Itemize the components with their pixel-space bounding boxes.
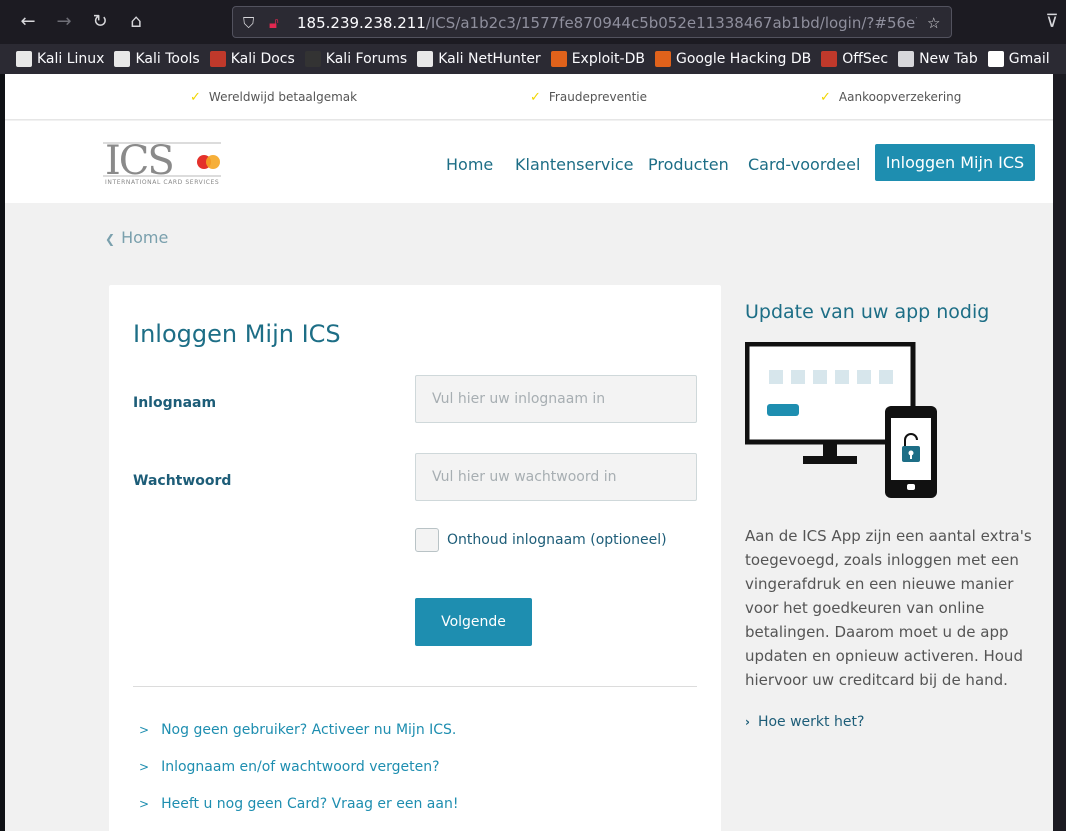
- username-label: Inlognaam: [133, 395, 217, 411]
- check-icon: ✓: [530, 90, 541, 105]
- chevron-right-icon: >: [139, 723, 150, 737]
- bookmark-label: Kali Docs: [230, 51, 295, 67]
- nav-klantenservice[interactable]: Klantenservice: [515, 155, 633, 174]
- benefit-item: ✓ Wereldwijd betaalgemak: [190, 90, 357, 105]
- ghdb-icon: [654, 51, 671, 67]
- bookmark-label: Kali Linux: [37, 51, 105, 67]
- address-bar[interactable]: ⛉ 🔓︎ 185.239.238.211/ICS/a1b2c3/1577fe87…: [232, 6, 952, 38]
- password-label: Wachtwoord: [133, 473, 232, 489]
- offsec-icon: [821, 51, 838, 67]
- bookmark-label: Exploit-DB: [571, 51, 645, 67]
- sidebar-text: Aan de ICS App zijn een aantal extra's t…: [745, 527, 1032, 689]
- benefit-label: Fraudepreventie: [548, 90, 648, 104]
- bookmark-label: OffSec: [842, 51, 889, 67]
- bookmark-item[interactable]: OffSec: [821, 51, 888, 67]
- url-host: 185.239.238.211: [297, 14, 426, 32]
- login-card: Inloggen Mijn ICS Inlognaam Vul hier uw …: [109, 285, 721, 831]
- google-icon: [987, 51, 1004, 67]
- forgot-link[interactable]: > Inlognaam en/of wachtwoord vergeten?: [139, 759, 440, 775]
- bookmark-label: Gmail: [1008, 51, 1050, 67]
- bookmark-item[interactable]: Kali Docs: [209, 51, 295, 67]
- bookmark-star-icon[interactable]: ☆: [927, 14, 940, 32]
- reload-icon[interactable]: ↻: [88, 10, 112, 34]
- link-text: Nog geen gebruiker? Activeer nu Mijn ICS…: [161, 722, 457, 738]
- check-icon: ✓: [190, 90, 201, 105]
- bookmark-item[interactable]: Kali Tools: [114, 51, 200, 67]
- back-icon[interactable]: ←: [16, 10, 40, 34]
- benefit-item: ✓ Fraudepreventie: [530, 90, 647, 105]
- browser-toolbar: ← → ↻ ⌂ ⛉ 🔓︎ 185.239.238.211/ICS/a1b2c3/…: [0, 0, 1066, 44]
- login-title: Inloggen Mijn ICS: [133, 320, 341, 348]
- nav-home[interactable]: Home: [446, 155, 493, 174]
- bookmark-item[interactable]: Kali Linux: [16, 51, 104, 67]
- remember-checkbox[interactable]: [415, 528, 439, 552]
- logo-text: ICS: [105, 138, 175, 184]
- bookmark-label: Google Hacking DB: [675, 51, 812, 67]
- site-header: ICS INTERNATIONAL CARD SERVICES Home Kla…: [5, 121, 1053, 203]
- check-icon: ✓: [820, 90, 831, 105]
- docs-icon: [209, 51, 226, 67]
- chevron-right-icon: >: [139, 760, 150, 774]
- url-text[interactable]: 185.239.238.211/ICS/a1b2c3/1577fe870944c…: [297, 14, 917, 32]
- username-input[interactable]: Vul hier uw inlognaam in: [415, 375, 697, 423]
- divider: [133, 686, 697, 687]
- chevron-right-icon: >: [139, 797, 150, 811]
- remember-label[interactable]: Onthoud inlognaam (optioneel): [447, 532, 667, 548]
- how-it-works-link[interactable]: › Hoe werkt het?: [745, 714, 864, 730]
- devices-illustration: [745, 342, 937, 498]
- nav-producten[interactable]: Producten: [648, 155, 729, 174]
- link-text: Heeft u nog geen Card? Vraag er een aan!: [161, 796, 459, 812]
- benefits-bar: ✓ Wereldwijd betaalgemak ✓ Fraudepreventie…: [5, 74, 1053, 120]
- globe-icon: [898, 51, 915, 67]
- chevron-right-icon: ›: [745, 715, 750, 729]
- breadcrumb[interactable]: ❮ Home: [105, 228, 168, 247]
- exploitdb-icon: [550, 51, 567, 67]
- next-button[interactable]: Volgende: [415, 598, 532, 646]
- sidebar-title: Update van uw app nodig: [745, 301, 990, 323]
- kali-icon: [114, 51, 131, 67]
- bookmark-item[interactable]: Kali Forums: [304, 51, 408, 67]
- breadcrumb-home: Home: [121, 228, 169, 247]
- forums-icon: [304, 51, 321, 67]
- insecure-lock-icon[interactable]: 🔓︎: [269, 14, 279, 32]
- chevron-left-icon: ❮: [105, 232, 116, 246]
- benefit-label: Aankoopverzekering: [838, 90, 962, 104]
- apply-card-link[interactable]: > Heeft u nog geen Card? Vraag er een aan…: [139, 796, 458, 812]
- bookmark-item[interactable]: Gmail: [987, 51, 1050, 67]
- login-mijn-ics-button[interactable]: Inloggen Mijn ICS: [875, 144, 1035, 181]
- forward-icon[interactable]: →: [52, 10, 76, 34]
- shield-icon[interactable]: ⛉: [243, 14, 254, 32]
- bookmark-label: Kali NetHunter: [438, 51, 541, 67]
- username-placeholder: Vul hier uw inlognaam in: [432, 391, 606, 407]
- logo-subtext: INTERNATIONAL CARD SERVICES: [105, 179, 220, 186]
- home-icon[interactable]: ⌂: [124, 10, 148, 34]
- bookmark-item[interactable]: Exploit-DB: [550, 51, 645, 67]
- bookmark-label: New Tab: [919, 51, 978, 67]
- password-placeholder: Vul hier uw wachtwoord in: [432, 469, 617, 485]
- benefit-label: Wereldwijd betaalgemak: [208, 90, 358, 104]
- link-text: Hoe werkt het?: [757, 714, 865, 730]
- pocket-icon[interactable]: ⊽: [1040, 10, 1064, 34]
- bookmarks-bar: Kali Linux Kali Tools Kali Docs Kali Forums…: [0, 44, 1066, 74]
- ics-logo[interactable]: ICS INTERNATIONAL CARD SERVICES: [103, 139, 223, 189]
- right-edge: [1053, 74, 1066, 831]
- bookmark-item[interactable]: New Tab: [898, 51, 978, 67]
- link-text: Inlognaam en/of wachtwoord vergeten?: [161, 759, 440, 775]
- password-input[interactable]: Vul hier uw wachtwoord in: [415, 453, 697, 501]
- bookmark-label: Kali Tools: [135, 51, 200, 67]
- bookmark-label: Kali Forums: [325, 51, 408, 67]
- page: ✓ Wereldwijd betaalgemak ✓ Fraudepreventie…: [5, 74, 1053, 831]
- nav-card-voordeel[interactable]: Card-voordeel: [748, 155, 860, 174]
- benefit-item: ✓ Aankoopverzekering: [820, 90, 961, 105]
- activate-link[interactable]: > Nog geen gebruiker? Activeer nu Mijn IC…: [139, 722, 456, 738]
- kali-icon: [417, 51, 434, 67]
- bookmark-item[interactable]: Kali NetHunter: [417, 51, 541, 67]
- kali-icon: [16, 51, 32, 67]
- url-path: /ICS/a1b2c3/1577fe870944c5b052e11338467a…: [425, 14, 917, 32]
- bookmark-item[interactable]: Google Hacking DB: [654, 51, 812, 67]
